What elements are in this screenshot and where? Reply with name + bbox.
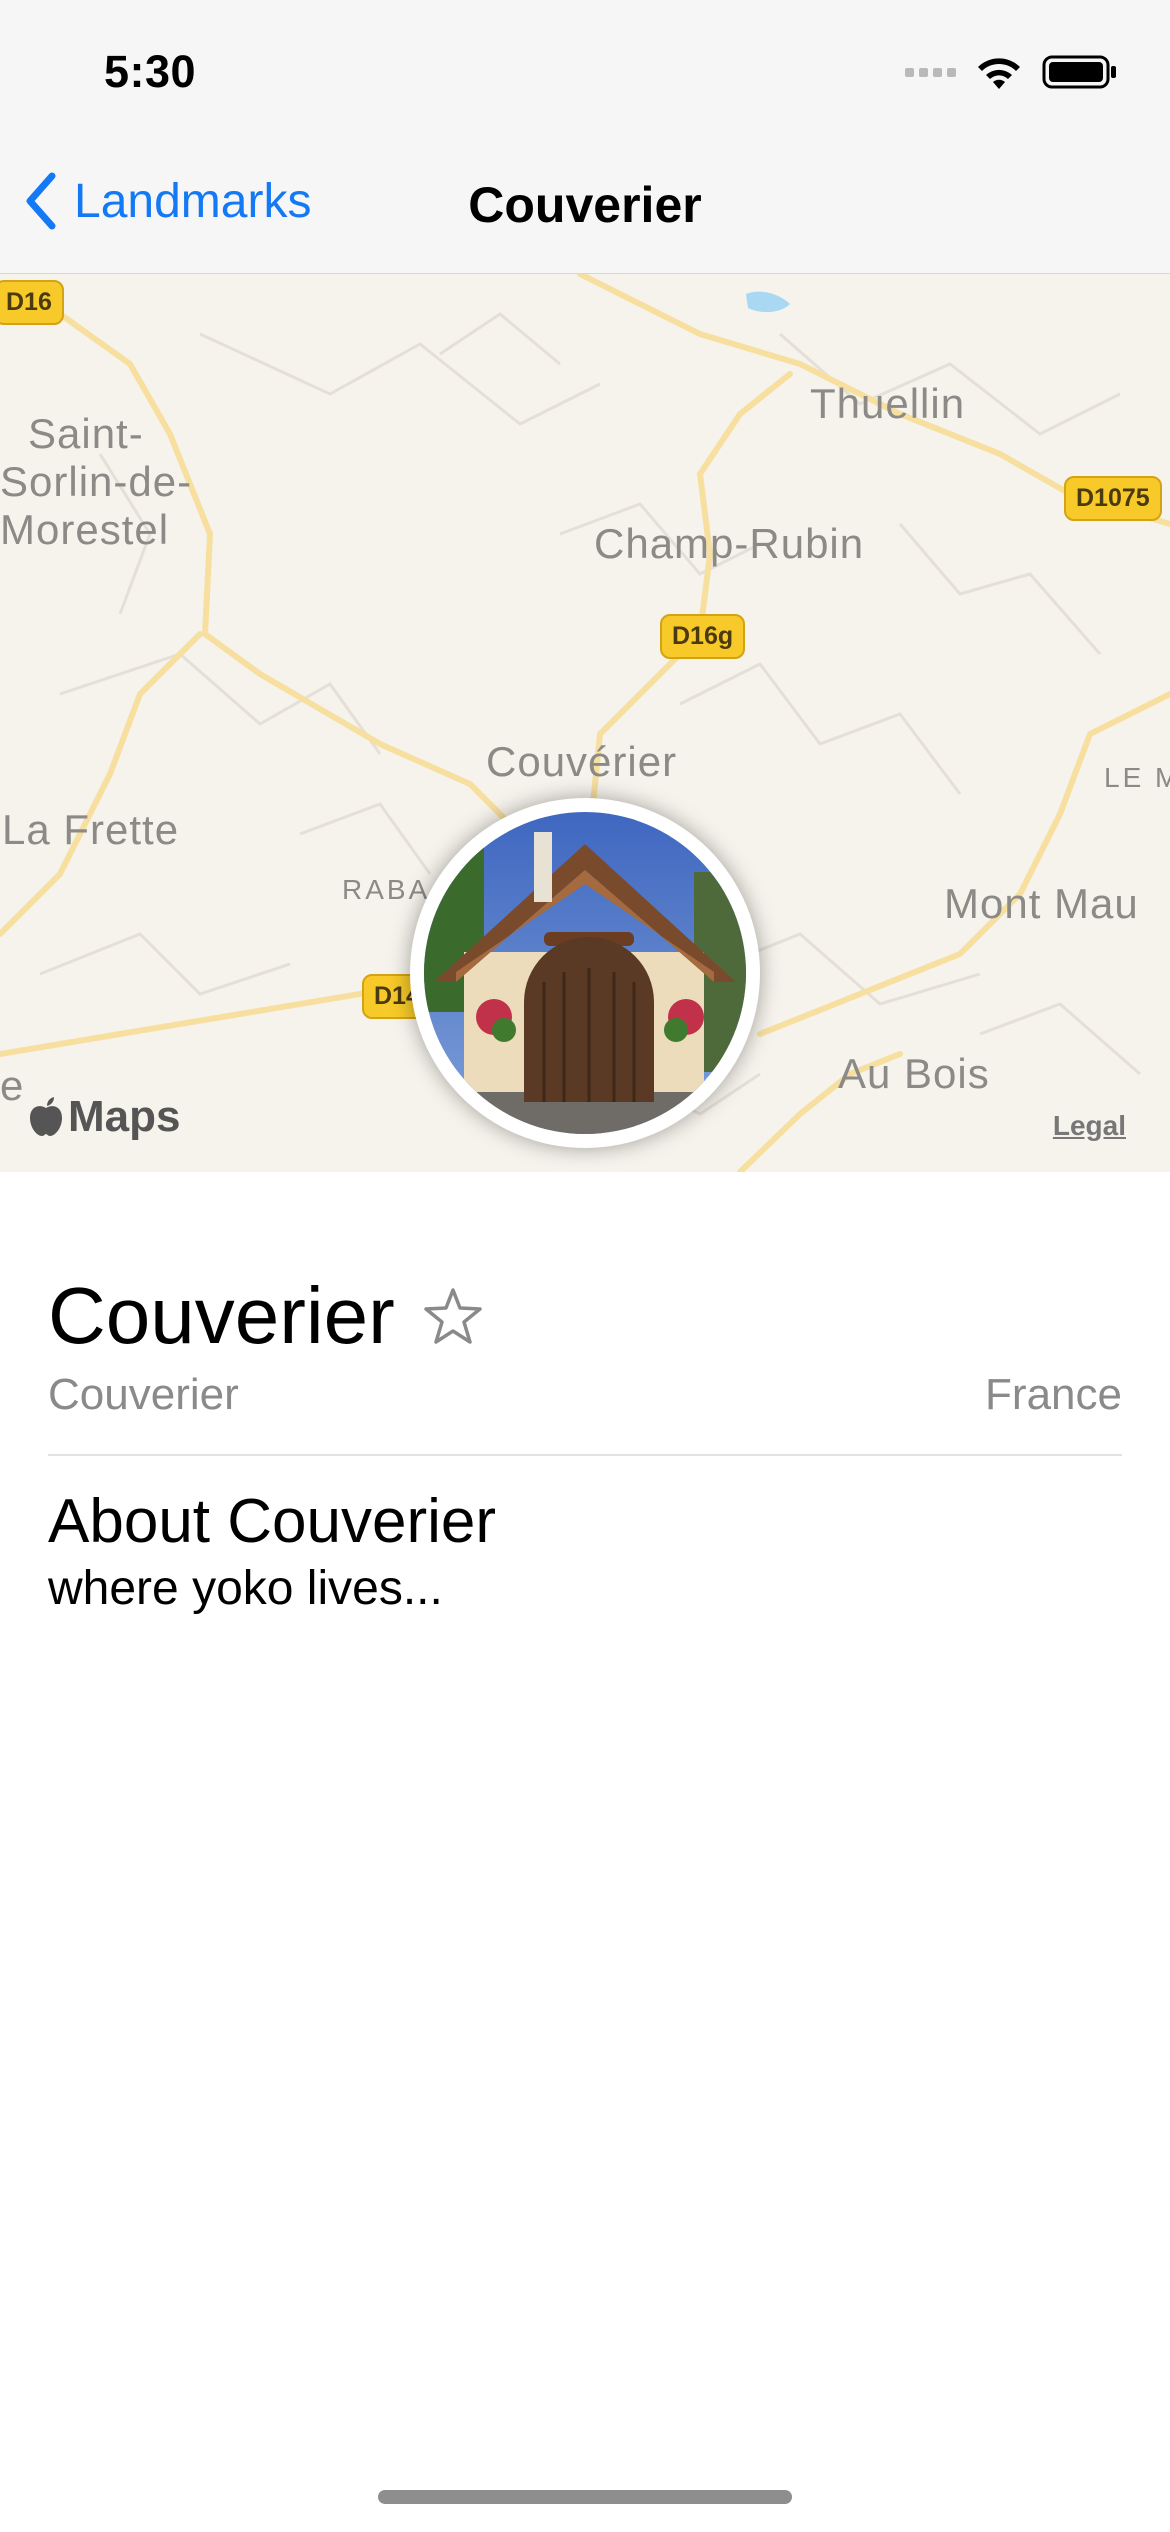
- about-description: where yoko lives...: [48, 1562, 443, 1615]
- route-badge-d1075: D1075: [1064, 476, 1162, 521]
- route-badge-d16g: D16g: [660, 614, 746, 659]
- place-couverier: Couvérier: [486, 738, 678, 785]
- landmark-park: Couverier: [48, 1370, 239, 1419]
- landmark-image: [424, 812, 746, 1134]
- title-row: Couverier: [48, 1270, 1122, 1362]
- about-heading: About Couverier: [48, 1487, 497, 1556]
- landmark-details: Couverier Couverier France About Couveri…: [48, 1270, 1122, 1616]
- place-au-bois: Au Bois: [838, 1050, 990, 1097]
- status-icons: [905, 52, 1118, 92]
- route-badge-d16: D16: [0, 280, 64, 325]
- landmark-state: France: [985, 1370, 1122, 1419]
- place-e: e: [0, 1062, 25, 1109]
- subtitle-row: Couverier France: [48, 1370, 1122, 1420]
- home-indicator[interactable]: [378, 2490, 792, 2504]
- landmark-name: Couverier: [48, 1271, 395, 1360]
- legal-link[interactable]: Legal: [1053, 1110, 1126, 1142]
- landmark-photo: [410, 798, 760, 1148]
- status-time: 5:30: [104, 46, 197, 97]
- battery-icon: [1042, 55, 1116, 89]
- apple-icon: [30, 1097, 62, 1136]
- maps-label: Maps: [68, 1092, 181, 1141]
- place-champ-rubin: Champ-Rubin: [594, 520, 865, 567]
- nav-title: Couverier: [468, 177, 702, 233]
- place-mont-mau: Mont Mau: [944, 880, 1139, 927]
- place-saint-sorlin-line3: Morestel: [0, 506, 170, 553]
- apple-maps-logo: Maps: [28, 1092, 180, 1142]
- navigation-bar: 5:30 Landmarks Couverier: [0, 0, 1170, 274]
- place-le-m: LE M: [1104, 762, 1170, 793]
- place-la-frette: La Frette: [2, 806, 180, 853]
- divider: [48, 1454, 1122, 1456]
- place-saint-sorlin-line2: Sorlin-de-: [0, 458, 193, 505]
- favorite-star-icon[interactable]: [423, 1287, 483, 1345]
- cellular-signal-icon: [905, 67, 956, 77]
- place-raba: RABA: [342, 874, 431, 905]
- wifi-icon: [978, 58, 1020, 89]
- place-saint-sorlin-line1: Saint-: [28, 410, 144, 457]
- place-thuellin: Thuellin: [810, 380, 966, 427]
